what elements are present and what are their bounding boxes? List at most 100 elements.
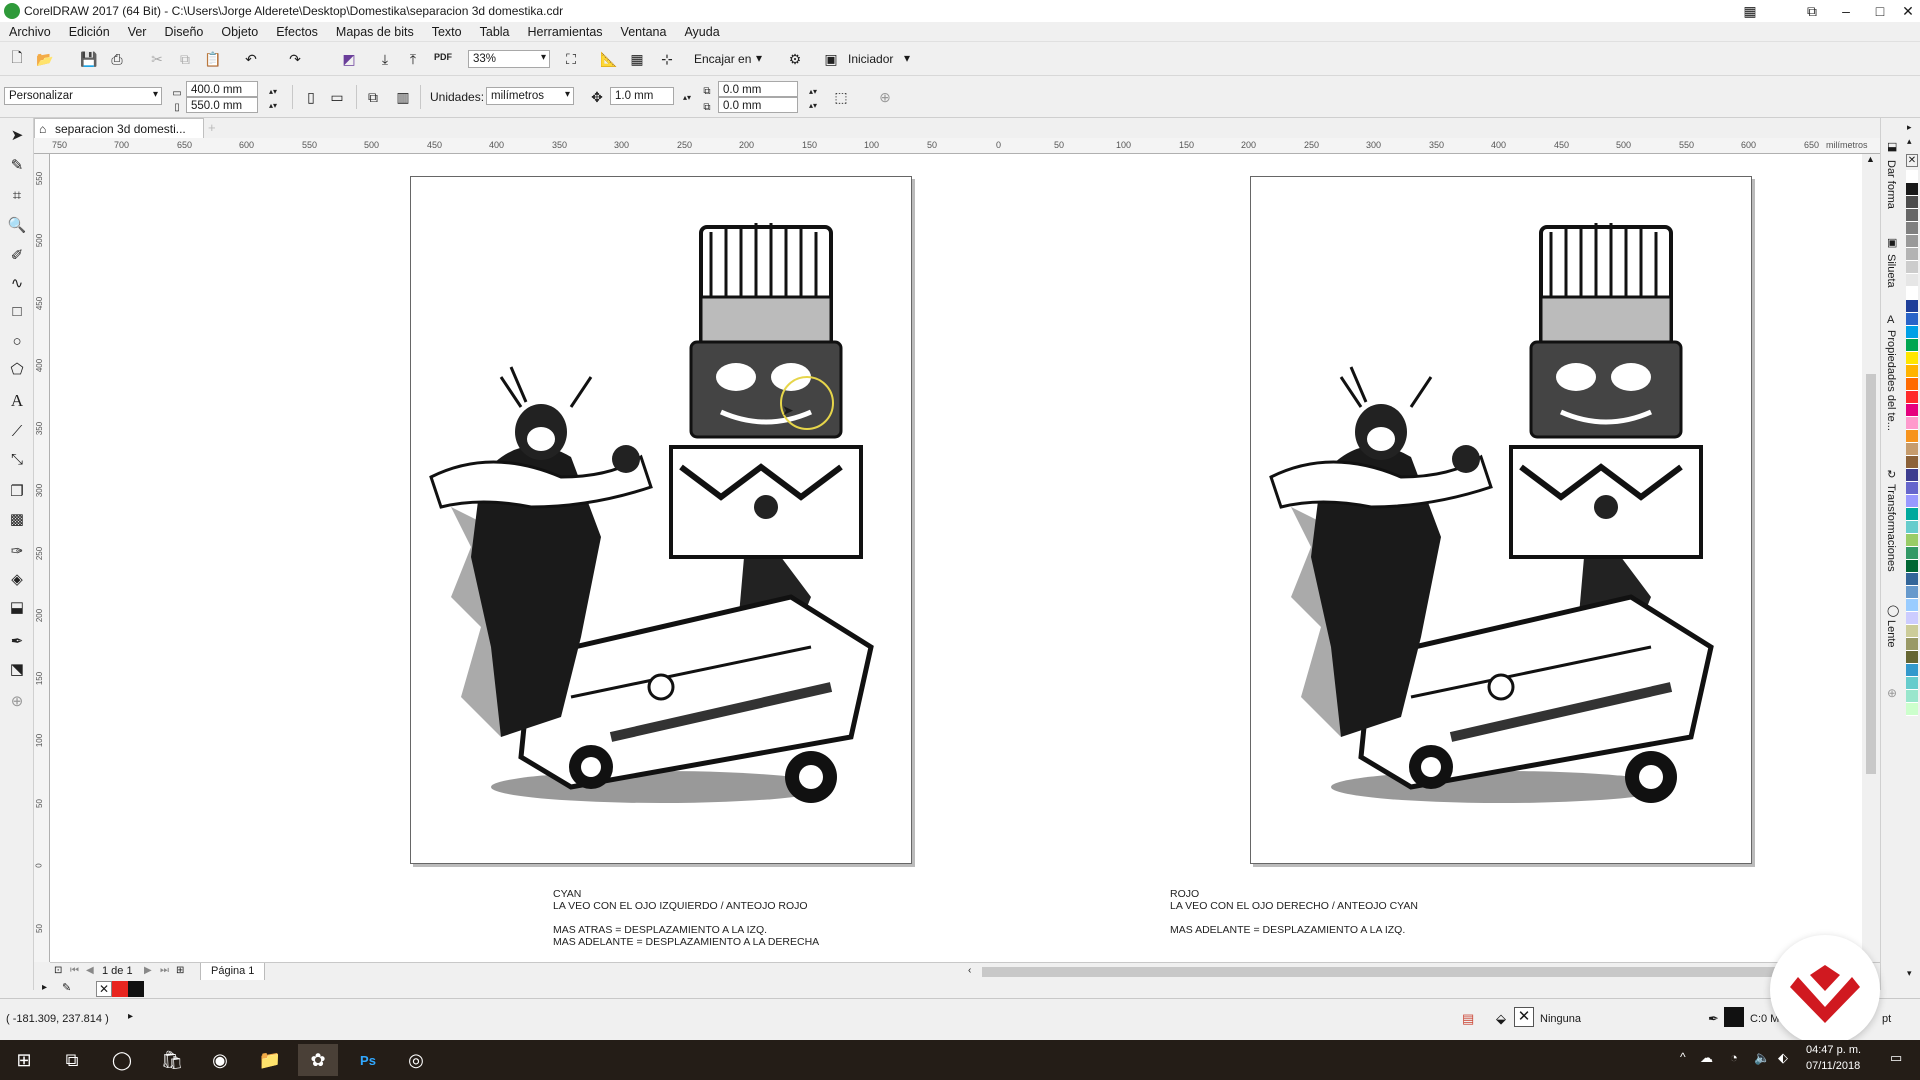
docker-transformaciones[interactable]: Transformaciones	[1885, 484, 1897, 572]
options-gear-icon[interactable]: ⚙	[784, 48, 806, 70]
nudge-distance-field[interactable]: 1.0 mm	[610, 87, 674, 105]
height-spinner-icon[interactable]: ▴▾	[262, 94, 284, 116]
menu-tabla[interactable]: Tabla	[471, 25, 519, 39]
tray-chevron-icon[interactable]: ^	[1680, 1050, 1686, 1064]
copy-icon[interactable]: ⧉	[174, 48, 196, 70]
menu-diseno[interactable]: Diseño	[155, 25, 212, 39]
zoom-tool-icon[interactable]: 🔍	[6, 214, 28, 236]
palette-swatch[interactable]	[1906, 482, 1918, 495]
vertical-scrollbar[interactable]: ▲	[1862, 154, 1880, 962]
show-rulers-icon[interactable]: 📐	[598, 48, 620, 70]
vertical-scroll-thumb[interactable]	[1866, 374, 1876, 774]
scroll-left-icon[interactable]: ‹	[968, 965, 971, 976]
palette-swatch[interactable]	[1906, 612, 1918, 625]
page-right-red[interactable]	[1250, 176, 1752, 864]
menu-herramientas[interactable]: Herramientas	[519, 25, 612, 39]
palette-swatch[interactable]	[1906, 586, 1918, 599]
eyedropper-tool-icon[interactable]: ✑	[6, 540, 28, 562]
palette-swatch[interactable]	[1906, 638, 1918, 651]
polygon-tool-icon[interactable]: ⬠	[6, 358, 28, 380]
coords-arrow-icon[interactable]: ▸	[128, 1011, 133, 1022]
freehand-tool-icon[interactable]: ✐	[6, 244, 28, 266]
palette-swatch[interactable]	[1906, 508, 1918, 521]
connector-tool-icon[interactable]: ⤡	[6, 448, 28, 470]
palette-swatch[interactable]	[1906, 599, 1918, 612]
volume-icon[interactable]: 🔈	[1754, 1050, 1770, 1066]
shape-docker-icon[interactable]: ⬓	[1887, 140, 1897, 153]
last-page-icon[interactable]: ⏭	[160, 965, 169, 976]
contour-docker-icon[interactable]: ▣	[1887, 236, 1897, 249]
fill-none-swatch[interactable]: ✕	[1514, 1007, 1534, 1027]
parallel-dimension-tool-icon[interactable]: ⟋	[6, 420, 28, 442]
palette-swatch[interactable]	[1906, 300, 1918, 313]
palette-swatch[interactable]	[1906, 261, 1918, 274]
horizontal-ruler[interactable]: 750 700 650 600 550 500 450 400 350 300 …	[34, 138, 1880, 154]
palette-swatch[interactable]	[1906, 625, 1918, 638]
palette-swatch[interactable]	[1906, 365, 1918, 378]
palette-swatch[interactable]	[1906, 443, 1918, 456]
palette-swatch[interactable]	[1906, 560, 1918, 573]
export-icon[interactable]: ⤒	[402, 48, 424, 70]
menu-archivo[interactable]: Archivo	[0, 25, 60, 39]
eyedropper-icon[interactable]: ✎	[62, 981, 71, 994]
text-docker-icon[interactable]: A	[1887, 314, 1894, 326]
page-width-field[interactable]: 400.0 mm	[186, 81, 258, 97]
palette-swatch[interactable]	[1906, 430, 1918, 443]
publish-pdf-icon[interactable]: PDF	[432, 46, 454, 68]
undo-icon[interactable]: ↶	[240, 48, 262, 70]
search-content-icon[interactable]: ◩	[338, 48, 360, 70]
all-pages-icon[interactable]: ⧉	[362, 86, 384, 108]
treat-as-filled-icon[interactable]: ⬚	[830, 86, 852, 108]
duplicate-distance-y-field[interactable]: 0.0 mm	[718, 97, 798, 113]
palette-expand-icon[interactable]: ▸	[42, 982, 47, 993]
no-color-swatch[interactable]: ✕	[96, 981, 112, 997]
windows-start-icon[interactable]: ⊞	[4, 1044, 44, 1076]
artistic-media-tool-icon[interactable]: ∿	[6, 272, 28, 294]
palette-swatch[interactable]	[1906, 495, 1918, 508]
snap-to-dropdown[interactable]: Encajar en	[694, 52, 751, 66]
save-icon[interactable]: 💾	[78, 48, 100, 70]
launcher-icon[interactable]: ▣	[820, 48, 842, 70]
palette-swatch[interactable]	[1906, 248, 1918, 261]
outline-color-swatch[interactable]	[1724, 1007, 1744, 1027]
launcher-chevron-down-icon[interactable]: ▾	[904, 51, 910, 65]
taskbar-time[interactable]: 04:47 p. m.	[1806, 1044, 1861, 1056]
nudge-spinner-icon[interactable]: ▴▾	[676, 86, 698, 108]
add-icon[interactable]: ⊕	[874, 86, 896, 108]
menu-efectos[interactable]: Efectos	[267, 25, 327, 39]
crop-tool-icon[interactable]: ⌗	[6, 184, 28, 206]
menu-texto[interactable]: Texto	[423, 25, 471, 39]
ellipse-tool-icon[interactable]: ○	[6, 330, 28, 352]
black-swatch[interactable]	[128, 981, 144, 997]
page-options-icon[interactable]: ⊡	[54, 965, 62, 976]
restore-doc-icon[interactable]: ⧉	[1798, 0, 1826, 22]
print-icon[interactable]: ⎙	[106, 48, 128, 70]
pick-tool-icon[interactable]: ➤	[6, 124, 28, 146]
palette-swatch[interactable]	[1906, 521, 1918, 534]
palette-swatch[interactable]	[1906, 209, 1918, 222]
onedrive-icon[interactable]: ☁	[1700, 1050, 1713, 1066]
palette-swatch[interactable]	[1906, 352, 1918, 365]
palette-swatch[interactable]	[1906, 339, 1918, 352]
transparency-tool-icon[interactable]: ▩	[6, 508, 28, 530]
add-tool-icon[interactable]: ⊕	[6, 690, 28, 712]
drawing-canvas[interactable]: ➤ CYAN LA VEO CON EL OJO IZQUIERDO / ANT…	[50, 154, 1880, 962]
notifications-icon[interactable]: ▭	[1890, 1050, 1902, 1066]
palette-swatch[interactable]	[1906, 222, 1918, 235]
previous-page-icon[interactable]: ◀	[86, 965, 94, 976]
smart-fill-tool-icon[interactable]: ⬓	[6, 596, 28, 618]
palette-swatch[interactable]	[1906, 703, 1918, 716]
cut-icon[interactable]: ✂	[146, 48, 168, 70]
add-docker-icon[interactable]: ⊕	[1887, 686, 1897, 700]
palette-swatch[interactable]	[1906, 235, 1918, 248]
coreldraw-taskbar-icon[interactable]: ✿	[298, 1044, 338, 1076]
file-explorer-icon[interactable]: 📁	[250, 1044, 290, 1076]
menu-ventana[interactable]: Ventana	[612, 25, 676, 39]
task-view-icon[interactable]: ⧉	[52, 1044, 92, 1076]
docker-lente[interactable]: Lente	[1885, 620, 1897, 648]
zoom-level-select[interactable]: 33%	[468, 50, 550, 68]
open-icon[interactable]: 📂	[34, 48, 56, 70]
outline-pen-icon[interactable]: ✒	[6, 630, 28, 652]
drop-shadow-tool-icon[interactable]: ❐	[6, 480, 28, 502]
palette-swatch[interactable]	[1906, 417, 1918, 430]
